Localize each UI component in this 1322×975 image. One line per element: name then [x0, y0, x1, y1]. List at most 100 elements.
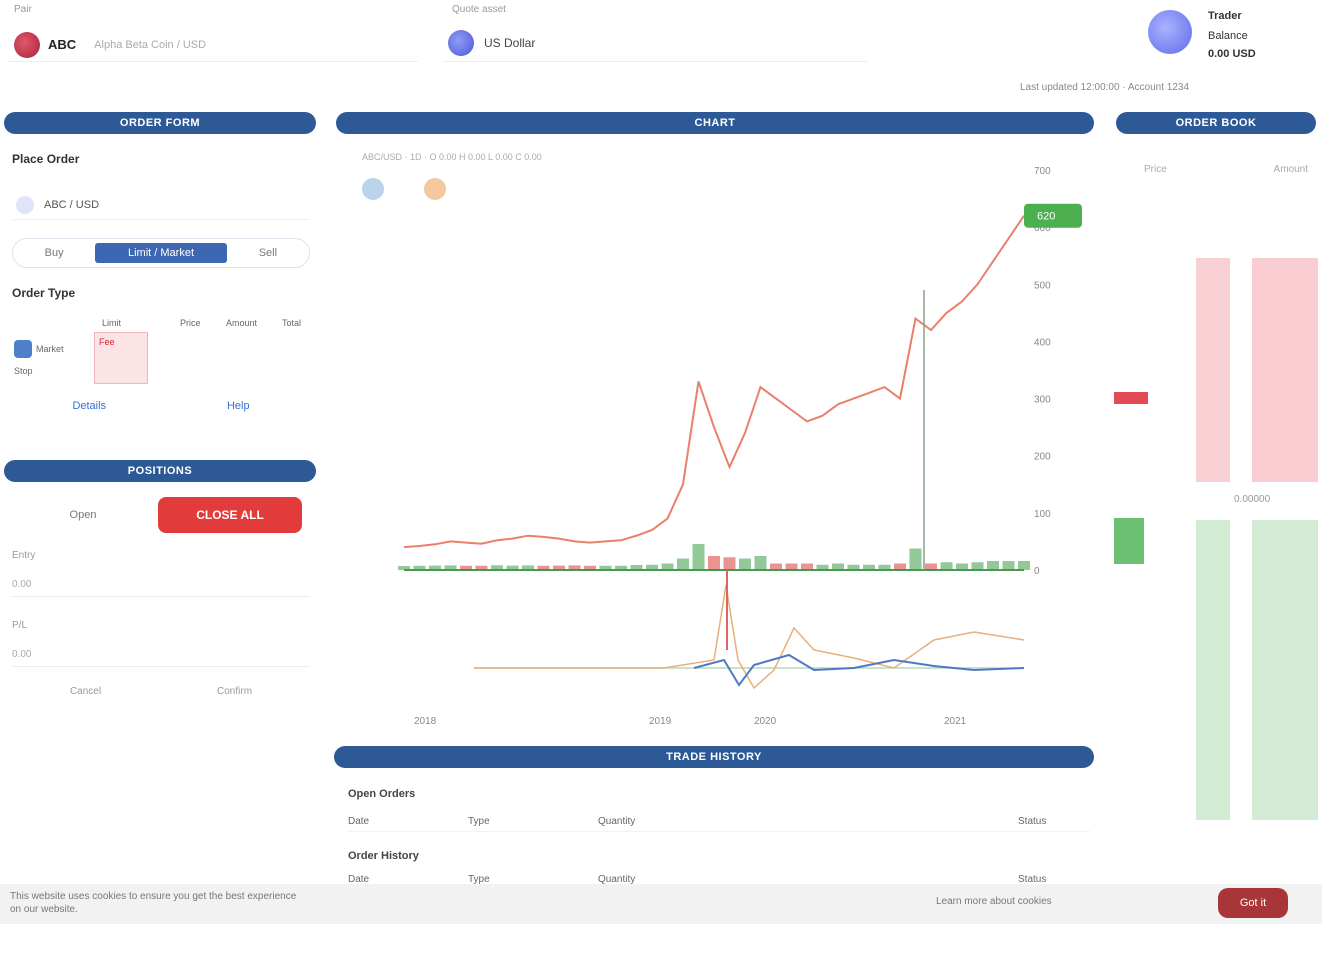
fee-label: Fee [99, 337, 115, 347]
volume-bar [537, 565, 550, 570]
orderbook-mid: 0.00000 [1234, 494, 1271, 505]
grid-col-label: Total [282, 318, 302, 328]
pair-label: Pair [14, 4, 32, 15]
order-form-title: Place Order [12, 152, 80, 166]
cookie-accept-button[interactable]: Got it [1218, 888, 1288, 918]
volume-bar [1002, 561, 1015, 570]
open-orders-title: Open Orders [348, 788, 416, 800]
indicator-icon[interactable] [424, 178, 446, 200]
volume-bar [708, 556, 720, 570]
price-tick-label: 100 [1034, 509, 1051, 520]
positions-label: Open [69, 509, 97, 521]
account-widget[interactable]: Trader Balance 0.00 USD [1142, 4, 1320, 94]
volume-bar [677, 558, 689, 570]
volume-bar [568, 565, 581, 570]
price-tick-label: 500 [1034, 280, 1051, 291]
top-header: Pair ABC Alpha Beta Coin / USD Quote ass… [0, 0, 1322, 100]
volume-bar [863, 564, 875, 570]
quote-coin-icon [448, 29, 474, 56]
indicator-icons [362, 178, 446, 200]
volume-bar [925, 563, 937, 570]
coin-icon [14, 31, 40, 58]
close-all-button[interactable]: CLOSE ALL [158, 497, 302, 533]
volume-bar [413, 565, 426, 570]
fee-box: Fee [94, 332, 148, 384]
volume-bar [444, 565, 457, 570]
volume-bar [630, 565, 643, 570]
volume-bar [832, 563, 844, 570]
orderbook-col-price: Price [1144, 164, 1167, 175]
positions-row: Open CLOSE ALL [8, 496, 312, 534]
chart-panel[interactable]: 700 600 500 400 300 200 100 0 620 2018 2019 2020 202… [334, 140, 1094, 740]
account-line2: Balance [1208, 30, 1248, 42]
pair-select[interactable]: ABC Alpha Beta Coin / USD [8, 28, 418, 62]
price-tick-label: 700 [1034, 166, 1051, 177]
grid-row-label: Stop [14, 366, 33, 376]
best-bid-marker [1114, 518, 1144, 564]
toggle-type[interactable]: Limit / Market [95, 243, 227, 263]
entry-field[interactable]: Entry 0.00 [12, 550, 310, 597]
grid-col-label: Price [180, 318, 201, 328]
x-tick-label: 2019 [649, 716, 672, 727]
volume-bar [584, 565, 596, 570]
asset-label: ABC / USD [44, 198, 100, 211]
ask-depth-column [1196, 258, 1230, 482]
cookie-banner: This website uses cookies to ensure you … [0, 884, 1322, 924]
table-header: Date Type Quantity Status [348, 816, 1090, 832]
volume-bar [398, 566, 410, 570]
orderbook-col-amount: Amount [1273, 164, 1308, 175]
col-type: Type [468, 816, 490, 827]
chart-header: CHART [336, 112, 1094, 134]
quote-select[interactable]: US Dollar [442, 24, 867, 62]
orderbook-head: Price Amount [1110, 164, 1322, 175]
volume-bar [506, 565, 519, 570]
ask-depth-column [1252, 258, 1318, 482]
grid-row-label: Market [36, 344, 64, 354]
col-status: Status [1018, 816, 1047, 827]
volume-bar [475, 565, 488, 570]
price-tick-label: 0 [1034, 566, 1040, 577]
volume-bar [553, 565, 565, 570]
price-line [403, 215, 1025, 549]
toggle-sell[interactable]: Sell [227, 239, 309, 267]
pl-label: P/L [12, 620, 28, 631]
asset-selector[interactable]: ABC / USD [12, 190, 310, 220]
cancel-button[interactable]: Cancel [70, 686, 101, 697]
volume-bar [599, 565, 612, 570]
price-tick-label: 400 [1034, 337, 1051, 348]
volume-bar [739, 558, 751, 570]
volume-bar [491, 565, 503, 570]
order-form-links: Details Help [12, 400, 310, 412]
pair-name: ABC [48, 37, 77, 52]
confirm-button[interactable]: Confirm [217, 686, 252, 697]
order-form: Place Order ABC / USD Buy Limit / Market… [4, 138, 316, 438]
grid-col-label: Limit [102, 318, 122, 328]
help-link[interactable]: Help [227, 400, 250, 412]
volume-bar [646, 564, 658, 570]
order-type-title: Order Type [12, 286, 76, 300]
trades-panel: Open Orders Date Type Quantity Status Or… [334, 776, 1094, 890]
volume-bar [785, 563, 798, 570]
positions-footer: Cancel Confirm [12, 686, 310, 697]
orderbook-header: ORDER BOOK [1116, 112, 1316, 134]
price-chart[interactable]: 70060050040030020010006202018 2019 2020 202… [334, 140, 1094, 740]
volume-bar [956, 563, 968, 570]
price-tick-label: 300 [1034, 395, 1051, 406]
toggle-buy[interactable]: Buy [13, 239, 95, 267]
entry-value: 0.00 [12, 579, 32, 590]
indicator-icon[interactable] [362, 178, 384, 200]
positions-panel: Open CLOSE ALL Entry 0.00 P/L 0.00 Cance… [4, 486, 316, 726]
volume-bar [770, 563, 782, 570]
cookie-learn-more-link[interactable]: Learn more about cookies [936, 896, 1052, 907]
pl-field[interactable]: P/L 0.00 [12, 620, 310, 667]
avatar[interactable] [1148, 10, 1192, 54]
details-link[interactable]: Details [72, 400, 106, 412]
checkbox[interactable] [14, 340, 32, 358]
price-tick-label: 200 [1034, 452, 1051, 463]
order-type-grid: Limit Price Amount Total Market Stop Fee [12, 316, 310, 386]
volume-bar [429, 565, 441, 570]
volume-bar [1018, 561, 1030, 570]
side-toggle[interactable]: Buy Limit / Market Sell [12, 238, 310, 268]
order-history-title: Order History [348, 850, 419, 862]
volume-bar [801, 563, 813, 570]
